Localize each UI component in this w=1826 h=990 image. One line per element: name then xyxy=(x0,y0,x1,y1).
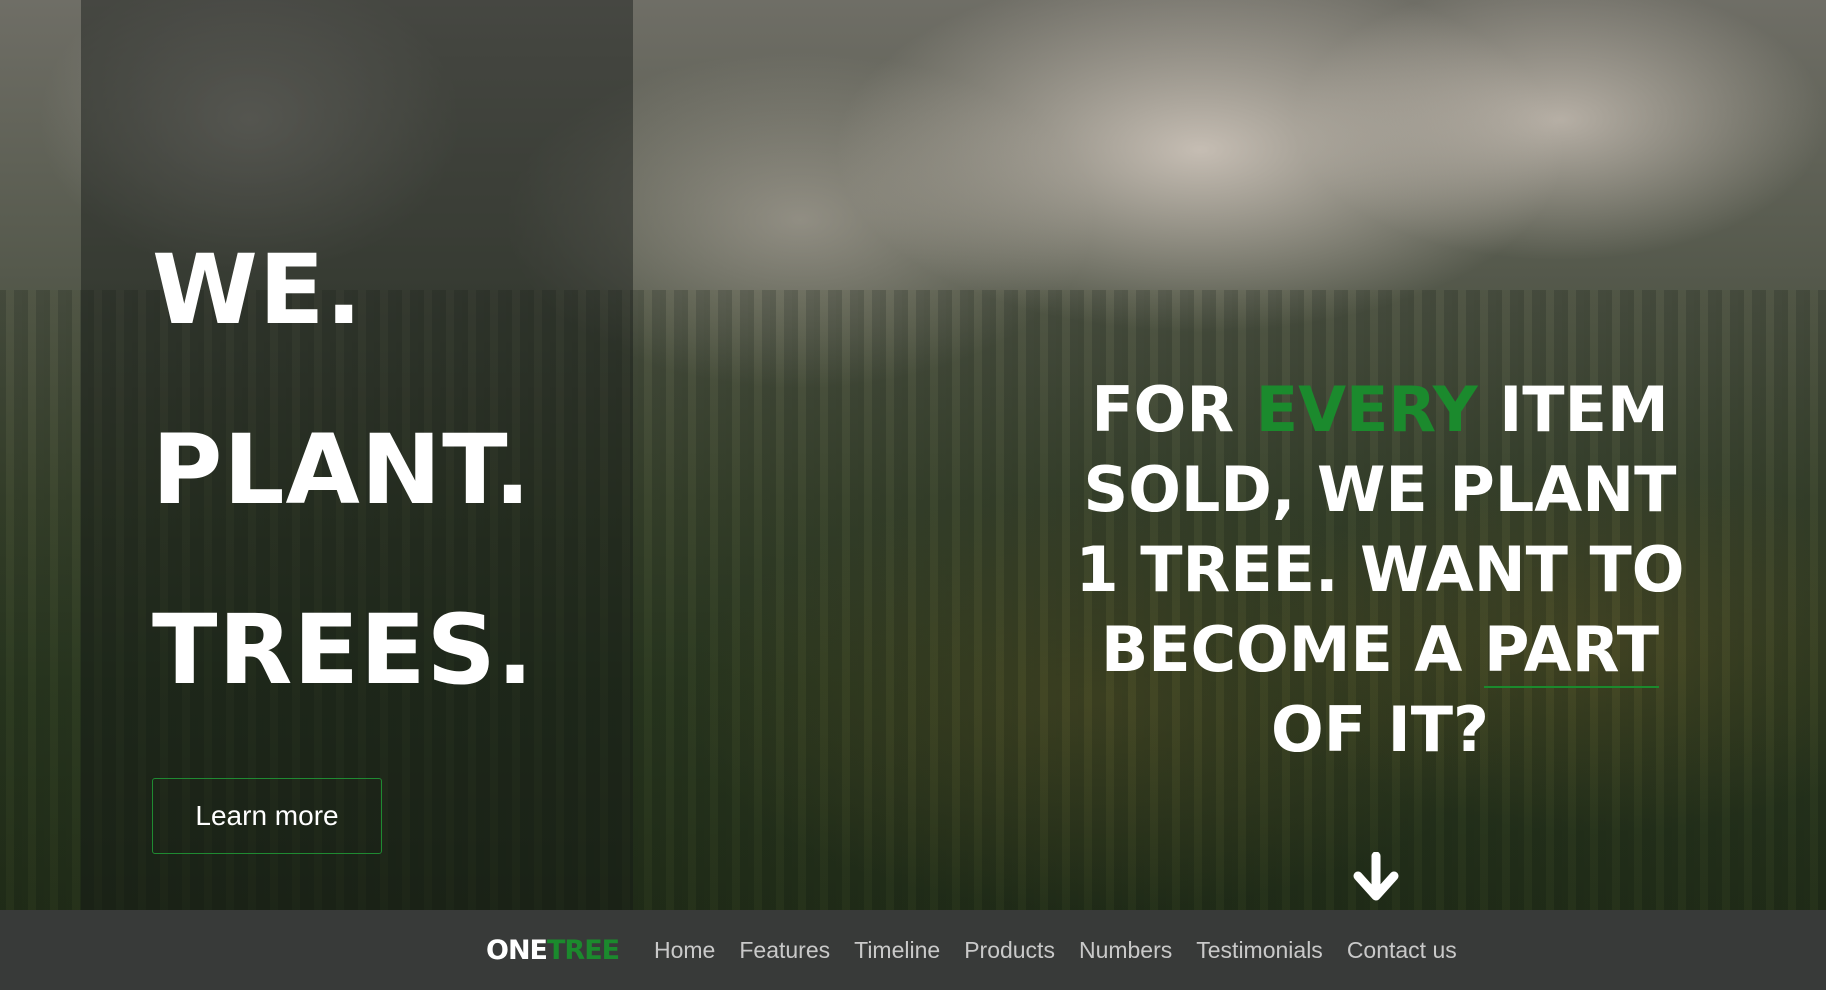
headline-line-1: WE. xyxy=(152,234,363,346)
nav-item: Contact us xyxy=(1347,937,1457,964)
headline-line-2: PLANT. xyxy=(152,414,532,526)
brand-logo-one: ONE xyxy=(486,934,548,966)
nav-link-features[interactable]: Features xyxy=(739,937,830,963)
nav-link-timeline[interactable]: Timeline xyxy=(854,937,940,963)
tagline-highlight: EVERY xyxy=(1255,373,1478,446)
tagline-part-1: FOR xyxy=(1091,373,1256,446)
headline-line-3: TREES. xyxy=(152,594,535,706)
main-navbar: ONE TREE Home Features Timeline Products … xyxy=(0,910,1826,990)
brand-logo-tree: TREE xyxy=(547,934,620,966)
hero-headline: WE. PLANT. TREES. xyxy=(152,200,534,740)
nav-item: Numbers xyxy=(1079,937,1172,964)
nav-item: Timeline xyxy=(854,937,940,964)
nav-link-testimonials[interactable]: Testimonials xyxy=(1196,937,1323,963)
nav-item: Products xyxy=(964,937,1055,964)
hero-section: WE. PLANT. TREES. Learn more FOR EVERY I… xyxy=(0,0,1826,910)
nav-link-products[interactable]: Products xyxy=(964,937,1055,963)
nav-links: Home Features Timeline Products Numbers … xyxy=(654,910,1457,990)
tagline-part-3: OF IT? xyxy=(1271,693,1489,766)
hero-tagline: FOR EVERY ITEM SOLD, WE PLANT 1 TREE. WA… xyxy=(1060,370,1700,770)
tagline-underlined-link[interactable]: PART xyxy=(1484,613,1659,688)
nav-item: Features xyxy=(739,937,830,964)
nav-item: Testimonials xyxy=(1196,937,1323,964)
arrow-down-icon[interactable] xyxy=(1350,852,1402,904)
brand-logo[interactable]: ONE TREE xyxy=(486,910,620,990)
nav-item: Home xyxy=(654,937,715,964)
nav-link-home[interactable]: Home xyxy=(654,937,715,963)
learn-more-button[interactable]: Learn more xyxy=(152,778,382,854)
nav-link-contact[interactable]: Contact us xyxy=(1347,937,1457,963)
nav-link-numbers[interactable]: Numbers xyxy=(1079,937,1172,963)
